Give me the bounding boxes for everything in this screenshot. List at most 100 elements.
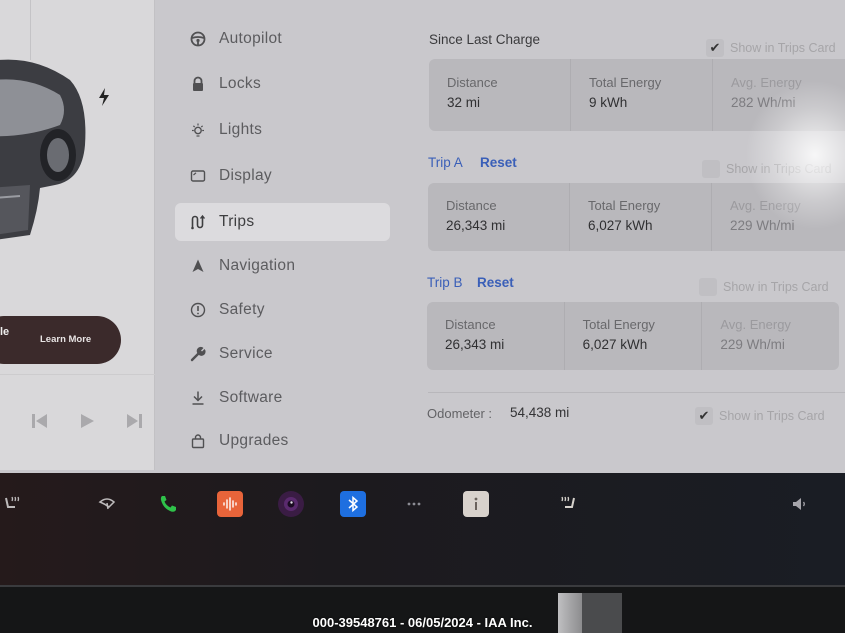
checkbox-label: Show in Trips Card	[730, 41, 836, 55]
audio-app-icon[interactable]	[217, 491, 243, 517]
car-image	[0, 59, 86, 240]
stat-label: Total Energy	[582, 317, 655, 332]
manual-info-icon[interactable]	[463, 491, 489, 517]
phone-icon[interactable]	[155, 491, 181, 517]
stat-label: Total Energy	[588, 198, 661, 213]
menu-label: Upgrades	[219, 432, 289, 449]
menu-item-trips[interactable]: Trips	[175, 203, 390, 241]
stat-total-energy: Total Energy 6,027 kWh	[565, 302, 703, 370]
wiper-icon[interactable]	[94, 491, 120, 517]
stat-value: 229 Wh/mi	[720, 337, 785, 352]
trip-a-title: Trip A	[428, 155, 463, 170]
stat-avg-energy: Avg. Energy 229 Wh/mi	[712, 183, 845, 251]
lock-icon	[187, 76, 209, 92]
trip-a-stats: Distance 26,343 mi Total Energy 6,027 kW…	[428, 183, 845, 251]
photo-watermark: 000-39548761 - 06/05/2024 - IAA Inc.	[312, 615, 533, 630]
stat-value: 26,343 mi	[445, 337, 505, 352]
download-icon	[187, 390, 209, 406]
promo-banner[interactable]: le Learn More	[0, 316, 121, 364]
checkbox-checked-icon[interactable]: ✔	[695, 407, 713, 425]
checkbox-unchecked[interactable]	[699, 278, 717, 296]
media-divider	[0, 374, 155, 375]
stat-distance: Distance 32 mi	[429, 59, 571, 131]
taskbar	[0, 473, 845, 585]
stat-label: Avg. Energy	[730, 198, 801, 213]
wrench-icon	[187, 346, 209, 362]
safety-alert-icon	[187, 302, 209, 318]
menu-item-software[interactable]: Software	[175, 379, 390, 417]
trip-b-title: Trip B	[427, 275, 463, 290]
stat-value: 6,027 kWh	[588, 218, 653, 233]
volume-icon[interactable]	[787, 491, 813, 517]
odometer-divider	[428, 392, 845, 393]
seat-heater-left-icon[interactable]	[0, 491, 26, 517]
since-last-charge-show-in-trips-card[interactable]: ✔ Show in Trips Card	[706, 39, 836, 57]
car-status-panel: le Learn More	[0, 0, 155, 470]
stat-value: 6,027 kWh	[582, 337, 648, 352]
stat-label: Avg. Energy	[731, 75, 802, 90]
steering-wheel-icon	[187, 31, 209, 47]
stat-label: Distance	[445, 317, 496, 332]
trips-route-icon	[187, 214, 209, 230]
trip-b-show-in-trips-card[interactable]: Show in Trips Card	[699, 278, 829, 296]
stat-label: Total Energy	[589, 75, 662, 90]
menu-item-autopilot[interactable]: Autopilot	[175, 20, 390, 58]
more-apps-icon[interactable]	[401, 491, 427, 517]
checkbox-unchecked[interactable]	[702, 160, 720, 178]
trip-b-reset-button[interactable]: Reset	[477, 275, 514, 290]
checkbox-label: Show in Trips Card	[726, 162, 832, 176]
checkbox-label: Show in Trips Card	[723, 280, 829, 294]
since-last-charge-stats: Distance 32 mi Total Energy 9 kWh Avg. E…	[429, 59, 845, 131]
menu-item-safety[interactable]: Safety	[175, 291, 390, 329]
trip-b-stats: Distance 26,343 mi Total Energy 6,027 kW…	[427, 302, 839, 370]
menu-item-service[interactable]: Service	[175, 335, 390, 373]
stat-avg-energy: Avg. Energy 282 Wh/mi	[713, 59, 845, 131]
stat-value: 9 kWh	[589, 95, 628, 110]
since-last-charge-title: Since Last Charge	[429, 32, 541, 47]
stat-value: 282 Wh/mi	[731, 95, 796, 110]
touchscreen: le Learn More Autopilot Locks Lights Dis…	[0, 0, 845, 473]
menu-label: Software	[219, 389, 283, 406]
menu-item-display[interactable]: Display	[175, 157, 390, 195]
menu-label: Autopilot	[219, 30, 283, 47]
stat-avg-energy: Avg. Energy 229 Wh/mi	[702, 302, 839, 370]
menu-label: Locks	[219, 75, 261, 92]
play-icon[interactable]	[80, 414, 94, 432]
checkbox-label: Show in Trips Card	[719, 409, 825, 423]
menu-item-navigation[interactable]: Navigation	[175, 247, 390, 285]
stat-value: 229 Wh/mi	[730, 218, 795, 233]
promo-text: le	[0, 326, 10, 338]
learn-more-button[interactable]: Learn More	[40, 334, 91, 345]
menu-label: Service	[219, 345, 273, 362]
trip-a-reset-button[interactable]: Reset	[480, 155, 517, 170]
seat-heater-right-icon[interactable]	[555, 491, 581, 517]
menu-label: Lights	[219, 121, 263, 138]
odometer-label: Odometer :	[427, 406, 493, 421]
navigation-arrow-icon	[187, 258, 209, 274]
camera-icon[interactable]	[278, 491, 304, 517]
stat-value: 26,343 mi	[446, 218, 506, 233]
menu-item-locks[interactable]: Locks	[175, 65, 390, 103]
display-icon	[187, 168, 209, 184]
light-bulb-icon	[187, 122, 209, 138]
trip-a-show-in-trips-card[interactable]: Show in Trips Card	[702, 160, 832, 178]
checkbox-checked-icon[interactable]: ✔	[706, 39, 724, 57]
stat-distance: Distance 26,343 mi	[428, 183, 570, 251]
stat-label: Distance	[446, 198, 497, 213]
odometer-show-in-trips-card[interactable]: ✔ Show in Trips Card	[695, 407, 825, 425]
menu-label: Trips	[219, 213, 255, 230]
trips-panel: Since Last Charge ✔ Show in Trips Card D…	[420, 0, 845, 470]
settings-menu: Autopilot Locks Lights Display Trips Nav…	[170, 0, 400, 470]
bluetooth-icon[interactable]	[340, 491, 366, 517]
stat-value: 32 mi	[447, 95, 481, 110]
stat-label: Distance	[447, 75, 498, 90]
media-controls	[32, 412, 142, 434]
menu-item-lights[interactable]: Lights	[175, 111, 390, 149]
next-track-icon[interactable]	[126, 414, 142, 432]
previous-track-icon[interactable]	[32, 414, 48, 432]
menu-label: Display	[219, 167, 272, 184]
shopping-bag-icon	[187, 433, 209, 449]
menu-label: Navigation	[219, 257, 296, 274]
menu-item-upgrades[interactable]: Upgrades	[175, 422, 390, 460]
charging-bolt-icon	[97, 88, 111, 106]
